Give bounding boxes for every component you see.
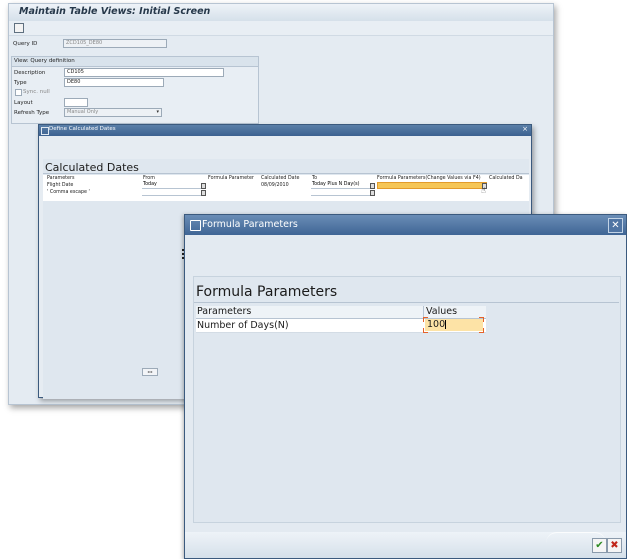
row1-formula-parameters-cell[interactable]: [377, 182, 487, 189]
row1-to[interactable]: Today Plus N Day(s): [311, 182, 374, 189]
col-header-from: From: [143, 176, 155, 181]
number-of-days-input[interactable]: 100: [425, 319, 483, 331]
col-header-calculated-date: Calculated Date: [261, 176, 300, 181]
focus-corner: [423, 317, 428, 322]
row1-calculated-date: 08/09/2010: [261, 183, 289, 188]
focus-corner: [479, 328, 484, 333]
col-header-formula-parameter: Formula Parameter: [208, 176, 254, 181]
divider: [43, 173, 529, 174]
group-title-bar: View: Query definition: [12, 57, 258, 67]
main-toolbar: [9, 21, 553, 36]
formula-parameters-dialog: Formula Parameters ✕ Formula Parameters …: [184, 214, 627, 559]
col-header-calculated-da: Calculated Da: [489, 176, 523, 181]
refresh-type-value: Manual Only: [67, 109, 99, 115]
dropdown-arrow-icon: ▾: [156, 109, 159, 115]
row2-to[interactable]: [311, 189, 374, 196]
refresh-type-select[interactable]: Manual Only ▾: [64, 108, 162, 117]
save-icon[interactable]: [14, 23, 24, 33]
calc-dialog-title: Define Calculated Dates: [49, 126, 116, 132]
check-icon[interactable]: ✔: [592, 538, 607, 553]
layout-label: Layout: [14, 100, 33, 106]
fp-dialog-title: Formula Parameters: [202, 219, 298, 230]
layout-field[interactable]: [64, 98, 88, 107]
description-label: Description: [14, 70, 46, 76]
col-header-to: To: [312, 176, 318, 181]
sync-null-label: Sync. null: [23, 89, 50, 95]
cancel-icon[interactable]: ✖: [607, 538, 622, 553]
close-icon[interactable]: ✕: [608, 218, 623, 233]
row2-parameter: ' Comma escape ': [47, 190, 90, 195]
value-help-icon[interactable]: [370, 190, 375, 196]
group-title: View: Query definition: [14, 58, 75, 64]
query-definition-group: View: Query definition Description CD105…: [11, 56, 259, 124]
focus-corner: [479, 317, 484, 322]
fp-heading: Formula Parameters: [196, 284, 338, 300]
sync-null-checkbox[interactable]: [15, 89, 22, 96]
close-icon[interactable]: ×: [522, 125, 528, 133]
row1-from[interactable]: Today: [142, 182, 205, 189]
type-label: Type: [14, 80, 27, 86]
value-help-icon[interactable]: [201, 190, 206, 196]
fp-title-bar: Formula Parameters ✕: [185, 215, 626, 235]
col-header-parameters: Parameters: [197, 306, 252, 317]
col-header-values: Values: [426, 306, 458, 317]
type-field[interactable]: DE80: [64, 78, 164, 87]
query-id-field[interactable]: ZCD105_DE80: [63, 39, 167, 48]
row2-from[interactable]: [142, 189, 205, 196]
calc-title-bar: Define Calculated Dates ×: [39, 125, 531, 136]
col-header-parameters: Parameters: [47, 176, 75, 181]
col-header-formula-parameters-f4: Formula Parameters(Change Values via F4): [377, 176, 481, 181]
refresh-type-label: Refresh Type: [14, 110, 50, 116]
fp-button-bar: ✔ ✖: [185, 532, 626, 558]
number-of-days-label: Number of Days(N): [197, 320, 289, 331]
horizontal-scrollbar[interactable]: ◂ ▸: [142, 368, 158, 376]
query-id-label: Query ID: [13, 41, 38, 47]
focus-corner: [423, 328, 428, 333]
window-icon: [190, 220, 201, 231]
text-caret: [445, 320, 447, 329]
description-field[interactable]: CD105: [64, 68, 224, 77]
number-of-days-value: 100: [427, 319, 446, 330]
window-icon: [41, 127, 49, 135]
divider: [194, 302, 619, 303]
hand-cursor-icon: ☝: [481, 186, 486, 195]
main-title-bar: Maintain Table Views: Initial Screen: [9, 4, 553, 21]
row1-parameter: Flight Date: [47, 183, 74, 188]
main-title: Maintain Table Views: Initial Screen: [19, 6, 211, 17]
